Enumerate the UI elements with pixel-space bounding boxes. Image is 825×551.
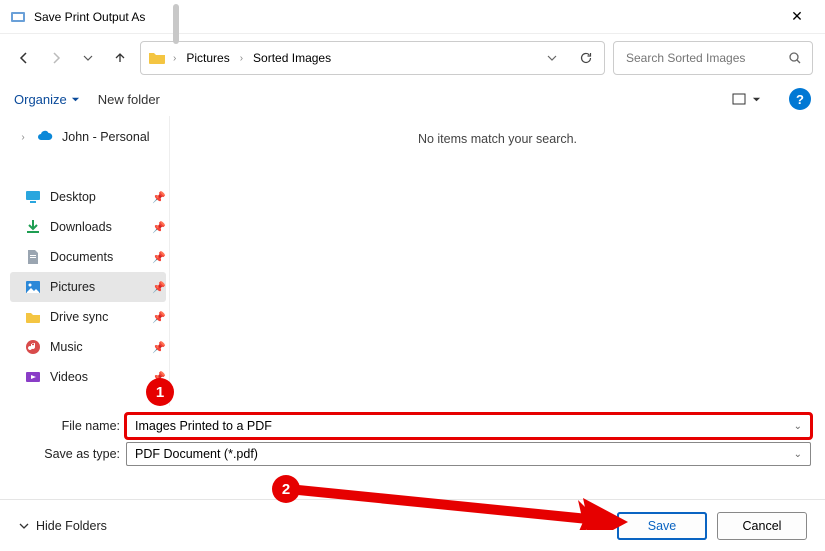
- save-form: File name: Images Printed to a PDF ⌄ Sav…: [0, 406, 825, 472]
- titlebar: Save Print Output As ✕: [0, 0, 825, 34]
- toolbar: Organize New folder ?: [0, 82, 825, 116]
- back-button[interactable]: [12, 46, 36, 70]
- tree-item-music[interactable]: Music 📌: [10, 332, 166, 362]
- chevron-down-icon: ⌄: [794, 421, 802, 432]
- pin-icon: 📌: [152, 311, 166, 324]
- downloads-icon: [24, 218, 42, 236]
- annotation-step-2: 2: [272, 475, 300, 503]
- nav-tree: › John - Personal Desktop 📌 Downloads 📌 …: [0, 116, 170, 406]
- pin-icon: 📌: [152, 191, 166, 204]
- tree-label: Pictures: [50, 280, 144, 294]
- videos-icon: [24, 368, 42, 386]
- tree-item-downloads[interactable]: Downloads 📌: [10, 212, 166, 242]
- chevron-right-icon: ›: [240, 53, 243, 64]
- saveastype-value: PDF Document (*.pdf): [135, 447, 794, 461]
- empty-message: No items match your search.: [170, 116, 825, 146]
- help-button[interactable]: ?: [789, 88, 811, 110]
- organize-menu[interactable]: Organize: [14, 92, 80, 107]
- refresh-button[interactable]: [574, 46, 598, 70]
- music-icon: [24, 338, 42, 356]
- tree-label: Documents: [50, 250, 144, 264]
- breadcrumb-current[interactable]: Sorted Images: [249, 49, 335, 67]
- filename-label: File name:: [28, 419, 120, 433]
- documents-icon: [24, 248, 42, 266]
- saveastype-label: Save as type:: [28, 447, 120, 461]
- pictures-icon: [24, 278, 42, 296]
- tree-label: Drive sync: [50, 310, 144, 324]
- organize-label: Organize: [14, 92, 67, 107]
- search-icon: [788, 51, 802, 65]
- tree-label: Music: [50, 340, 144, 354]
- window-title: Save Print Output As: [34, 10, 777, 24]
- pin-icon: 📌: [152, 221, 166, 234]
- tree-item-documents[interactable]: Documents 📌: [10, 242, 166, 272]
- address-dropdown[interactable]: [540, 46, 564, 70]
- tree-label: Videos: [50, 370, 144, 384]
- tree-label: John - Personal: [62, 130, 166, 144]
- forward-button[interactable]: [44, 46, 68, 70]
- annotation-arrow: [298, 480, 638, 530]
- tree-item-desktop[interactable]: Desktop 📌: [10, 182, 166, 212]
- filename-input[interactable]: Images Printed to a PDF ⌄: [126, 414, 811, 438]
- chevron-down-icon: [18, 520, 30, 532]
- pin-icon: 📌: [152, 281, 166, 294]
- recent-dropdown[interactable]: [76, 46, 100, 70]
- search-input[interactable]: [624, 50, 788, 66]
- pin-icon: 📌: [152, 251, 166, 264]
- tree-item-videos[interactable]: Videos 📌: [10, 362, 166, 392]
- cancel-button[interactable]: Cancel: [717, 512, 807, 540]
- chevron-right-icon: ›: [18, 132, 28, 143]
- close-button[interactable]: ✕: [777, 8, 817, 25]
- pin-icon: 📌: [152, 341, 166, 354]
- file-list: No items match your search.: [170, 116, 825, 406]
- app-icon: [10, 9, 26, 25]
- hide-folders-label: Hide Folders: [36, 519, 107, 533]
- folder-icon: [147, 48, 167, 68]
- desktop-icon: [24, 188, 42, 206]
- folder-icon: [24, 308, 42, 326]
- annotation-step-1: 1: [146, 378, 174, 406]
- nav-row: › Pictures › Sorted Images: [0, 34, 825, 82]
- view-options[interactable]: [732, 92, 761, 106]
- tree-label: Desktop: [50, 190, 144, 204]
- breadcrumb-pictures[interactable]: Pictures: [182, 49, 233, 67]
- tree-label: Downloads: [50, 220, 144, 234]
- cloud-icon: [36, 128, 54, 146]
- new-folder-button[interactable]: New folder: [98, 92, 160, 107]
- tree-item-drivesync[interactable]: Drive sync 📌: [10, 302, 166, 332]
- tree-item-pictures[interactable]: Pictures 📌: [10, 272, 166, 302]
- chevron-down-icon: ⌄: [794, 449, 802, 460]
- hide-folders-toggle[interactable]: Hide Folders: [18, 519, 107, 533]
- filename-value: Images Printed to a PDF: [135, 419, 794, 433]
- search-box[interactable]: [613, 41, 813, 75]
- tree-item-onedrive[interactable]: › John - Personal: [10, 122, 166, 152]
- content-area: › John - Personal Desktop 📌 Downloads 📌 …: [0, 116, 825, 406]
- address-bar[interactable]: › Pictures › Sorted Images: [140, 41, 605, 75]
- up-button[interactable]: [108, 46, 132, 70]
- saveastype-select[interactable]: PDF Document (*.pdf) ⌄: [126, 442, 811, 466]
